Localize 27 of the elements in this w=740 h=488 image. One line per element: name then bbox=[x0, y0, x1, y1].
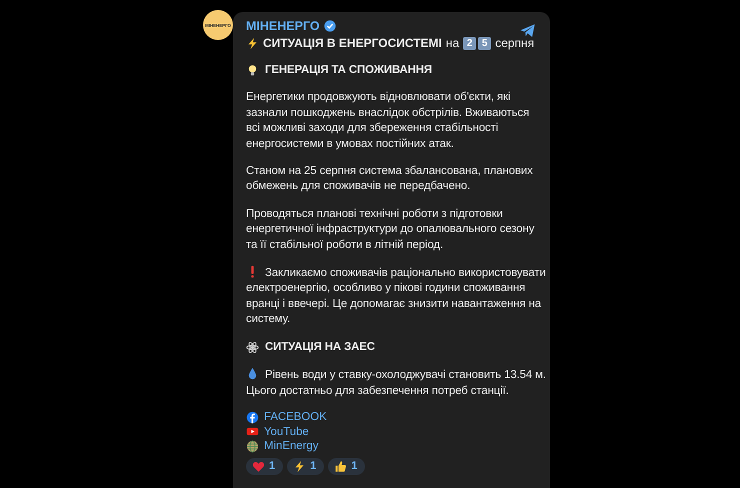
heart-icon bbox=[252, 460, 265, 473]
social-link[interactable]: YouTube bbox=[264, 424, 309, 440]
number-keycap: 2 bbox=[463, 36, 476, 50]
droplet-icon bbox=[246, 367, 259, 380]
lightning-icon bbox=[246, 36, 259, 50]
message-paragraph: Енергетики продовжують відновлювати об'єкти, які зазнали пошкоджень внаслідок обстрілів. Вживаються всі можливі заходи для збереження стабільності енергосистеми в умовах постійних атак. bbox=[246, 90, 530, 152]
lightbulb-icon bbox=[246, 64, 259, 78]
reaction-chip[interactable]: 1 bbox=[246, 458, 284, 475]
reaction-chip[interactable]: 1 bbox=[328, 458, 366, 475]
facebook-icon bbox=[246, 410, 259, 424]
number-keycap: 5 bbox=[478, 36, 492, 50]
social-link[interactable]: FACEBOOK bbox=[264, 410, 327, 424]
message-paragraph: Проводяться планові технічні роботи з підготовки енергетичної інфраструктури до опалювального сезону та її стабільної роботи в літній період. bbox=[246, 206, 536, 253]
atom-icon bbox=[246, 340, 259, 354]
section-heading: СИТУАЦІЯ НА ЗАЕС bbox=[265, 340, 375, 355]
thumbs-up-icon bbox=[334, 460, 348, 473]
reaction-chip[interactable]: 1 bbox=[287, 458, 324, 475]
social-link[interactable]: MinEnergy bbox=[264, 439, 318, 454]
message-title: СИТУАЦІЯ В ЕНЕРГОСИСТЕМІ bbox=[263, 35, 442, 51]
message-paragraph: Закликаємо споживачів раціонально використовувати електроенергію, особливо у пікові години споживання вранці і ввечері. Це допомагає знизити навантаження на систему. bbox=[246, 265, 546, 328]
globe-icon bbox=[246, 440, 259, 453]
section-heading: ГЕНЕРАЦІЯ ТА СПОЖИВАННЯ bbox=[265, 63, 432, 78]
title-text: серпня bbox=[495, 35, 534, 51]
title-text: на bbox=[446, 35, 460, 51]
message-paragraph: Станом на 25 серпня система збалансована, планових обмежень для споживачів не передбачено. bbox=[246, 164, 534, 194]
channel-name[interactable]: МІНЕНЕРГО bbox=[246, 19, 320, 33]
message-paragraph: Рівень води у ставку-охолоджувачі становить 13.54 м. Цього достатньо для забезпечення потреб станції. bbox=[246, 367, 546, 398]
